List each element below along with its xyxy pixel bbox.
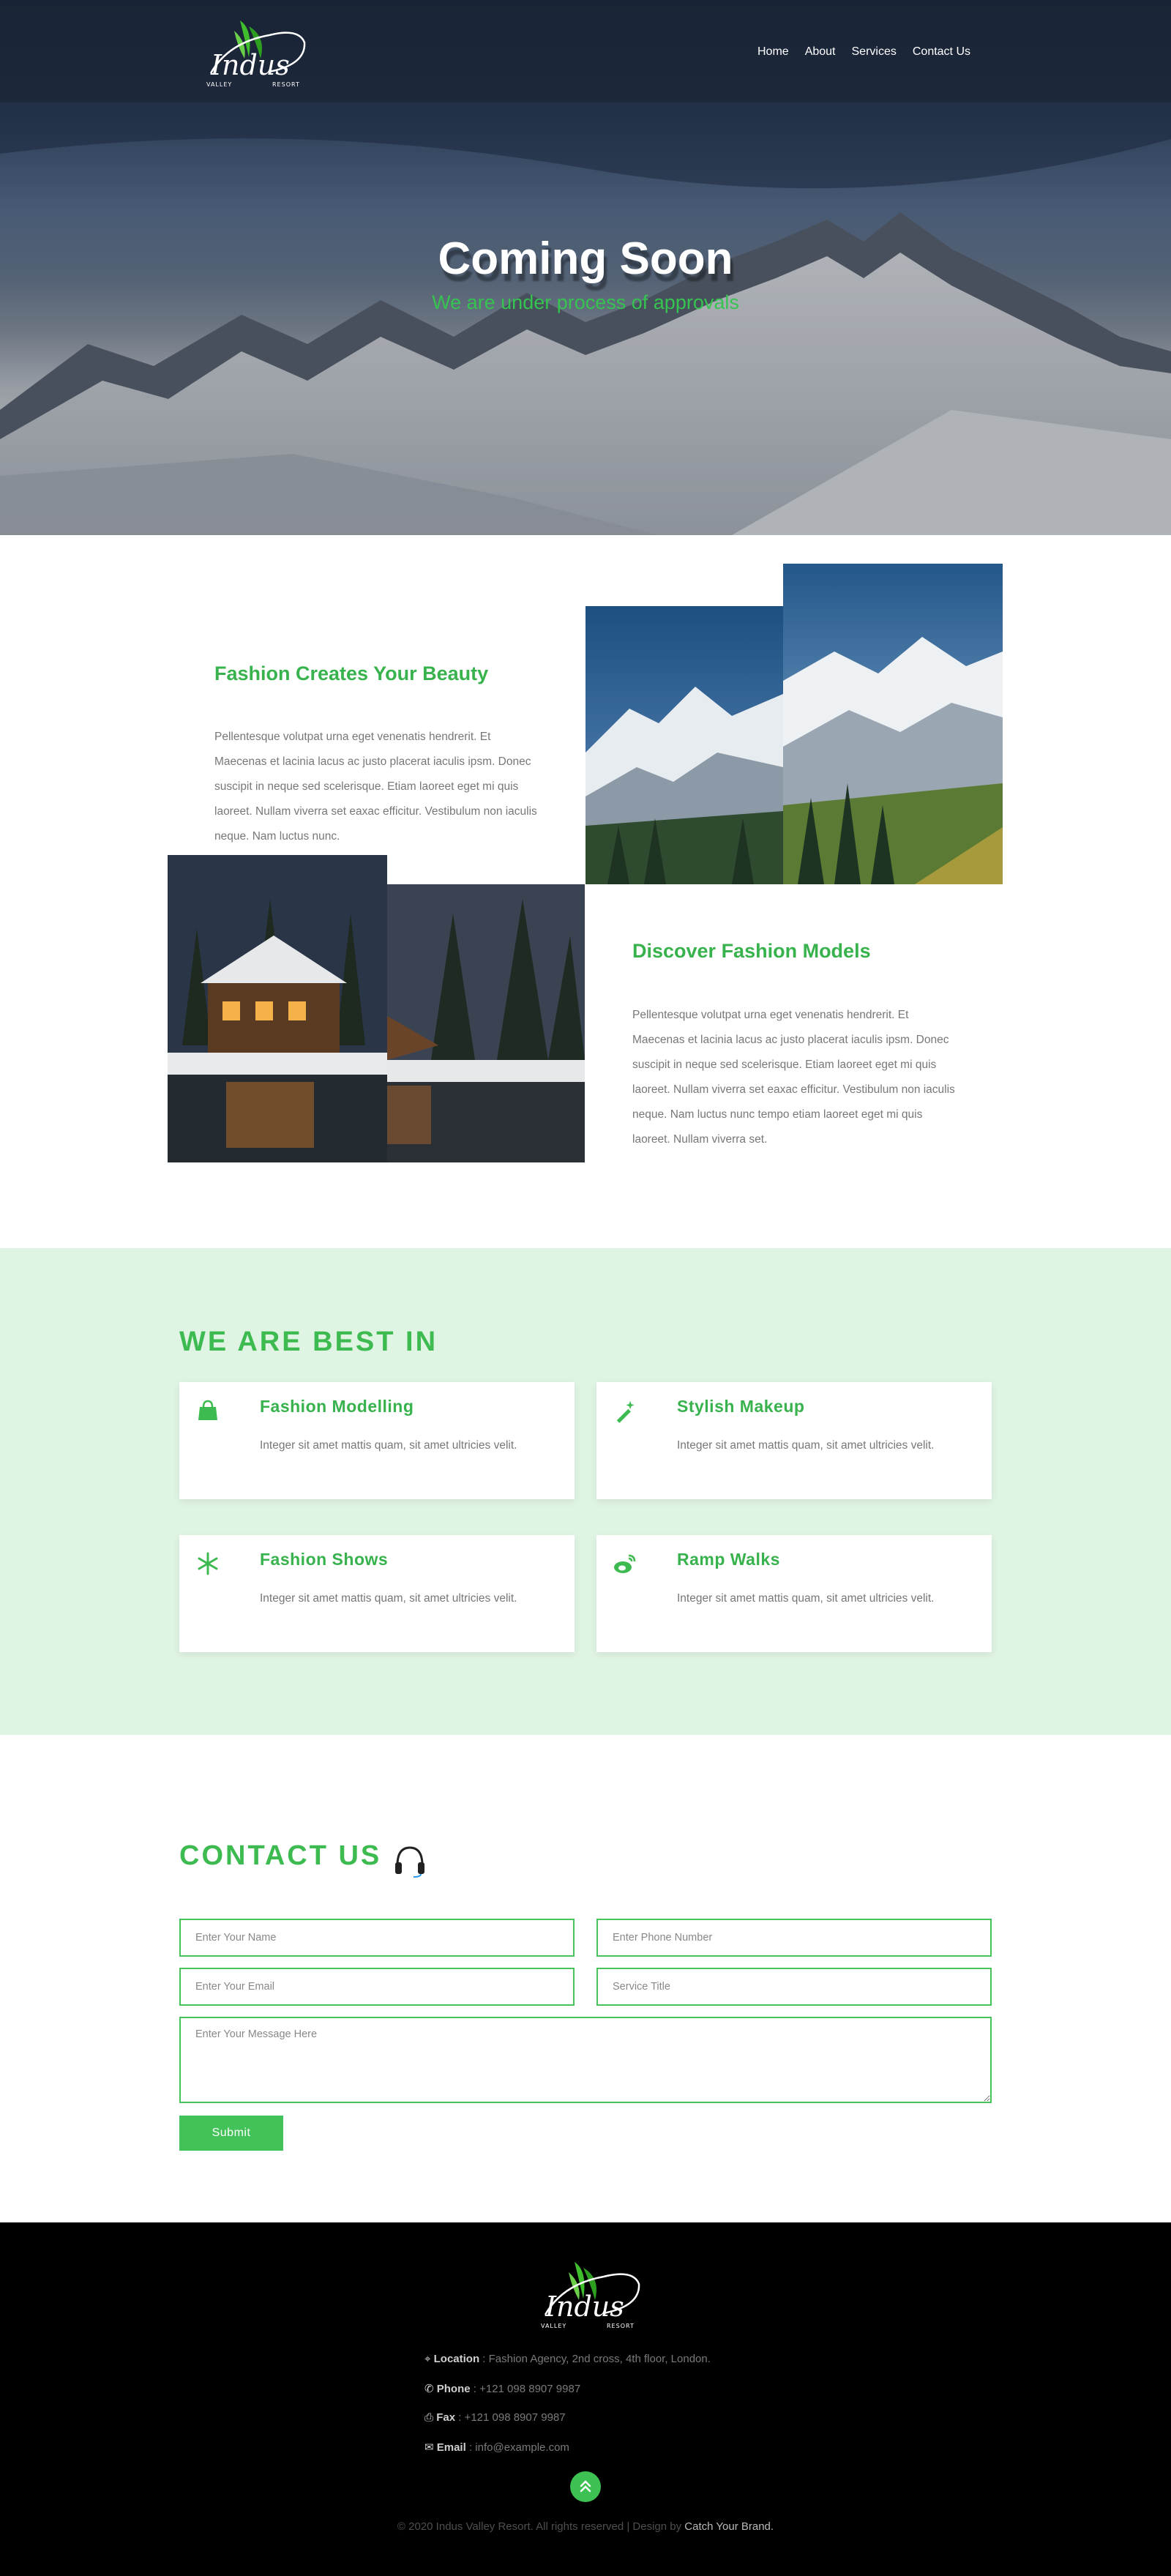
about-heading-2: Discover Fashion Models bbox=[632, 940, 871, 962]
about-heading-1: Fashion Creates Your Beauty bbox=[214, 662, 489, 684]
main-nav: Home About Services Contact Us bbox=[757, 45, 970, 59]
double-chevron-up-icon bbox=[580, 2480, 591, 2493]
svg-text:VALLEY: VALLEY bbox=[541, 2323, 566, 2329]
site-logo[interactable]: Indus VALLEY RESORT bbox=[196, 13, 313, 94]
footer-fax-row: ⎙ Fax : +121 098 8907 9987 bbox=[424, 2411, 566, 2424]
magic-wand-icon bbox=[616, 1401, 635, 1423]
nav-services-link[interactable]: Services bbox=[852, 45, 897, 59]
design-brand-link[interactable]: Catch Your Brand. bbox=[684, 2520, 774, 2533]
service-card-text: Integer sit amet mattis quam, sit amet u… bbox=[677, 1439, 935, 1452]
service-card-title: Stylish Makeup bbox=[677, 1397, 805, 1416]
snowflake-icon bbox=[198, 1552, 218, 1575]
footer-logo[interactable]: Indus VALLEY RESORT bbox=[531, 2255, 648, 2335]
svg-text:RESORT: RESORT bbox=[607, 2323, 635, 2329]
service-card-stylish-makeup[interactable]: Stylish Makeup Integer sit amet mattis q… bbox=[596, 1382, 992, 1499]
weibo-icon bbox=[614, 1554, 636, 1573]
service-card-fashion-shows[interactable]: Fashion Shows Integer sit amet mattis qu… bbox=[179, 1535, 575, 1652]
copyright-text: © 2020 Indus Valley Resort. All rights r… bbox=[397, 2520, 774, 2533]
email-input[interactable] bbox=[179, 1968, 575, 2006]
logo-script: Indus bbox=[545, 2291, 624, 2323]
svg-text:VALLEY: VALLEY bbox=[206, 81, 232, 88]
hero-title: Coming Soon bbox=[438, 234, 733, 284]
logo-mark-icon: Indus VALLEY RESORT bbox=[206, 20, 306, 88]
service-card-title: Fashion Shows bbox=[260, 1550, 389, 1569]
service-card-text: Integer sit amet mattis quam, sit amet u… bbox=[260, 1439, 517, 1452]
services-title: WE ARE BEST IN bbox=[179, 1326, 438, 1357]
contact-title: CONTACT US bbox=[179, 1840, 382, 1871]
scroll-to-top-button[interactable] bbox=[570, 2471, 601, 2502]
top-navbar: Indus VALLEY RESORT Home About Services … bbox=[0, 0, 1171, 102]
service-card-fashion-modelling[interactable]: Fashion Modelling Integer sit amet matti… bbox=[179, 1382, 575, 1499]
map-marker-icon: ⌖ bbox=[424, 2353, 431, 2365]
headphones-icon bbox=[395, 1846, 424, 1878]
phone-icon: ✆ bbox=[424, 2383, 434, 2395]
envelope-icon: ✉ bbox=[424, 2441, 434, 2454]
nav-home-link[interactable]: Home bbox=[757, 45, 789, 59]
svg-text:RESORT: RESORT bbox=[272, 81, 300, 88]
footer-email-row: ✉ Email : info@example.com bbox=[424, 2441, 569, 2454]
footer-location-row: ⌖ Location : Fashion Agency, 2nd cross, … bbox=[424, 2353, 711, 2365]
nav-about-link[interactable]: About bbox=[805, 45, 836, 59]
service-card-text: Integer sit amet mattis quam, sit amet u… bbox=[260, 1592, 517, 1605]
hero-subtitle: We are under process of approvals bbox=[432, 291, 739, 313]
service-card-ramp-walks[interactable]: Ramp Walks Integer sit amet mattis quam,… bbox=[596, 1535, 992, 1652]
phone-input[interactable] bbox=[596, 1919, 992, 1957]
name-input[interactable] bbox=[179, 1919, 575, 1957]
mountain-photo-right bbox=[783, 564, 1003, 884]
logo-script: Indus bbox=[210, 49, 290, 81]
footer-email-link[interactable]: : info@example.com bbox=[469, 2441, 569, 2454]
about-text-1: Pellentesque volutpat urna eget venenati… bbox=[214, 731, 537, 843]
service-card-title: Fashion Modelling bbox=[260, 1397, 414, 1416]
fax-icon: ⎙ bbox=[424, 2411, 434, 2424]
about-text-2: Pellentesque volutpat urna eget venenati… bbox=[632, 1009, 955, 1146]
service-card-title: Ramp Walks bbox=[677, 1550, 780, 1569]
services-section bbox=[0, 1248, 1171, 1735]
service-card-text: Integer sit amet mattis quam, sit amet u… bbox=[677, 1592, 935, 1605]
shopping-bag-icon bbox=[198, 1400, 217, 1420]
footer-phone-row: ✆ Phone : +121 098 8907 9987 bbox=[424, 2383, 581, 2395]
mountain-photo-left bbox=[586, 606, 783, 884]
nav-contact-link[interactable]: Contact Us bbox=[913, 45, 970, 59]
cabin-photo-right bbox=[387, 884, 585, 1162]
submit-button[interactable]: Submit bbox=[179, 2116, 283, 2151]
logo-mark-icon: Indus VALLEY RESORT bbox=[541, 2262, 640, 2329]
service-title-input[interactable] bbox=[596, 1968, 992, 2006]
message-textarea[interactable] bbox=[179, 2017, 992, 2103]
cabin-photo-left bbox=[168, 855, 387, 1162]
